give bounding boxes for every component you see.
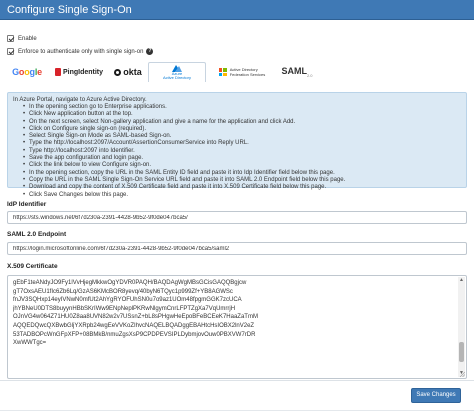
enforce-option[interactable]: Enforce to authenticate only with single… — [7, 47, 154, 56]
instruction-step: Type the http://localhost:2097/Account/A… — [23, 140, 461, 148]
instructions-list: In the opening section go to Enterprise … — [13, 104, 461, 199]
provider-okta[interactable]: okta — [110, 62, 146, 82]
enforce-label: Enforce to authenticate only with single… — [18, 48, 144, 55]
instruction-step: Copy the URL in the SAML Single Sign-On … — [23, 177, 461, 185]
windows-icon — [218, 68, 227, 76]
instruction-step: Click on Configure single sign-on (requi… — [23, 126, 461, 134]
idp-identifier-input[interactable] — [7, 211, 467, 224]
ping-mark-icon — [54, 68, 61, 76]
instruction-step: Click the link below to view Configure s… — [23, 162, 461, 170]
instruction-step: On the next screen, select Non-gallery a… — [23, 119, 461, 127]
certificate-textarea[interactable]: gEbF1teANdyJO9Fy1lVvHjegMkkwOgYDVR0PAQH/… — [7, 275, 467, 379]
instructions-box: In Azure Portal, navigate to Azure Activ… — [7, 92, 467, 199]
saml-endpoint-label: SAML 2.0 Endpoint — [7, 231, 67, 238]
saml-logo: SAML2.0 — [281, 66, 313, 78]
scroll-up-icon[interactable]: ▲ — [458, 277, 465, 284]
instruction-step: Type http://localhost:2097 into Identifi… — [23, 148, 461, 156]
footer-bar — [0, 380, 474, 417]
enforce-checkbox[interactable] — [7, 48, 14, 55]
instructions-intro: In Azure Portal, navigate to Azure Activ… — [13, 97, 147, 103]
instruction-step: In the opening section go to Enterprise … — [23, 104, 461, 112]
dialog-header: Configure Single Sign-On — [0, 0, 474, 20]
provider-google[interactable]: Google — [7, 62, 47, 82]
enable-label: Enable — [18, 35, 37, 42]
provider-pingidentity[interactable]: PingIdentity — [51, 62, 107, 82]
enable-option[interactable]: Enable — [7, 34, 37, 43]
certificate-text: gEbF1teANdyJO9Fy1lVvHjegMkkwOgYDVR0PAQH/… — [13, 280, 258, 347]
idp-identifier-label: IdP Identifier — [7, 201, 47, 208]
saml-endpoint-input[interactable] — [7, 242, 467, 255]
instruction-step: Click Save Changes below this page. — [23, 192, 461, 200]
help-icon[interactable]: ? — [146, 48, 154, 55]
instruction-step: Select Single Sign-on Mode as SAML-based… — [23, 133, 461, 141]
provider-azure[interactable]: Azure Active Directory — [148, 62, 206, 82]
instruction-step: Save the app configuration and login pag… — [23, 155, 461, 163]
google-logo: Google — [12, 67, 42, 77]
azure-logo: Azure Active Directory — [163, 65, 191, 80]
certificate-scrollbar[interactable]: ▲ ▼ — [458, 277, 465, 377]
okta-ring-icon — [114, 68, 122, 76]
scroll-thumb[interactable] — [459, 342, 464, 362]
save-changes-button[interactable]: Save Changes — [411, 388, 461, 403]
provider-saml[interactable]: SAML2.0 — [277, 62, 317, 82]
instruction-step: In the opening section, copy the URL in … — [23, 170, 461, 178]
adfs-logo: Active Directory Federation Services — [218, 67, 265, 77]
instruction-step: Download and copy the content of X.509 C… — [23, 184, 461, 192]
footer-divider — [0, 410, 474, 411]
instruction-step: Click New application button at the top. — [23, 111, 461, 119]
enable-checkbox[interactable] — [7, 35, 14, 42]
dialog-title: Configure Single Sign-On — [7, 4, 132, 16]
certificate-label: X.509 Certificate — [7, 263, 58, 270]
resize-grip-icon[interactable] — [459, 371, 465, 377]
provider-adfs[interactable]: Active Directory Federation Services — [211, 62, 273, 82]
provider-tabs: Google PingIdentity okta Azure Active Di… — [7, 62, 339, 82]
pingidentity-logo: PingIdentity — [54, 68, 103, 76]
okta-logo: okta — [114, 67, 142, 77]
